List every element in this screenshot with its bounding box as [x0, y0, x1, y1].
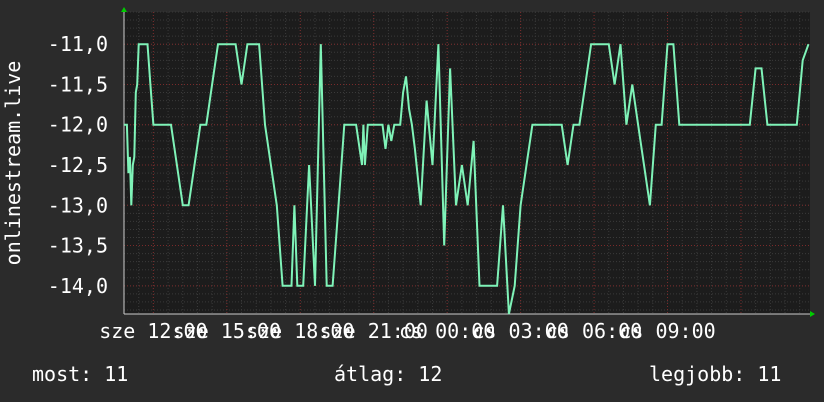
x-axis-arrow-icon [810, 311, 815, 317]
y-tick-label: -12,0 [48, 113, 108, 137]
y-tick-label: -12,5 [48, 153, 108, 177]
stat-average: átlag: 12 [334, 362, 443, 386]
y-axis-arrow-icon [121, 7, 127, 12]
y-tick-label: -13,5 [48, 234, 108, 258]
stat-best: legjobb: 11 [649, 362, 782, 386]
y-axis-label: onlinestream.live [1, 61, 25, 266]
y-tick-label: -11,5 [48, 72, 108, 96]
y-tick-label: -11,0 [48, 32, 108, 56]
y-ticks: -11,0 -11,5 -12,0 -12,5 -13,0 -13,5 -14,0 [48, 32, 108, 298]
stat-current: most: 11 [32, 362, 129, 386]
x-ticks: sze 12:00sze 15:00sze 18:00sze 21:00cs 0… [99, 319, 715, 343]
y-tick-label: -14,0 [48, 274, 108, 298]
line-chart: -11,0 -11,5 -12,0 -12,5 -13,0 -13,5 -14,0 sze … [1, 7, 815, 343]
x-tick-label: cs 09:00 [619, 319, 715, 343]
y-tick-label: -13,0 [48, 193, 108, 217]
